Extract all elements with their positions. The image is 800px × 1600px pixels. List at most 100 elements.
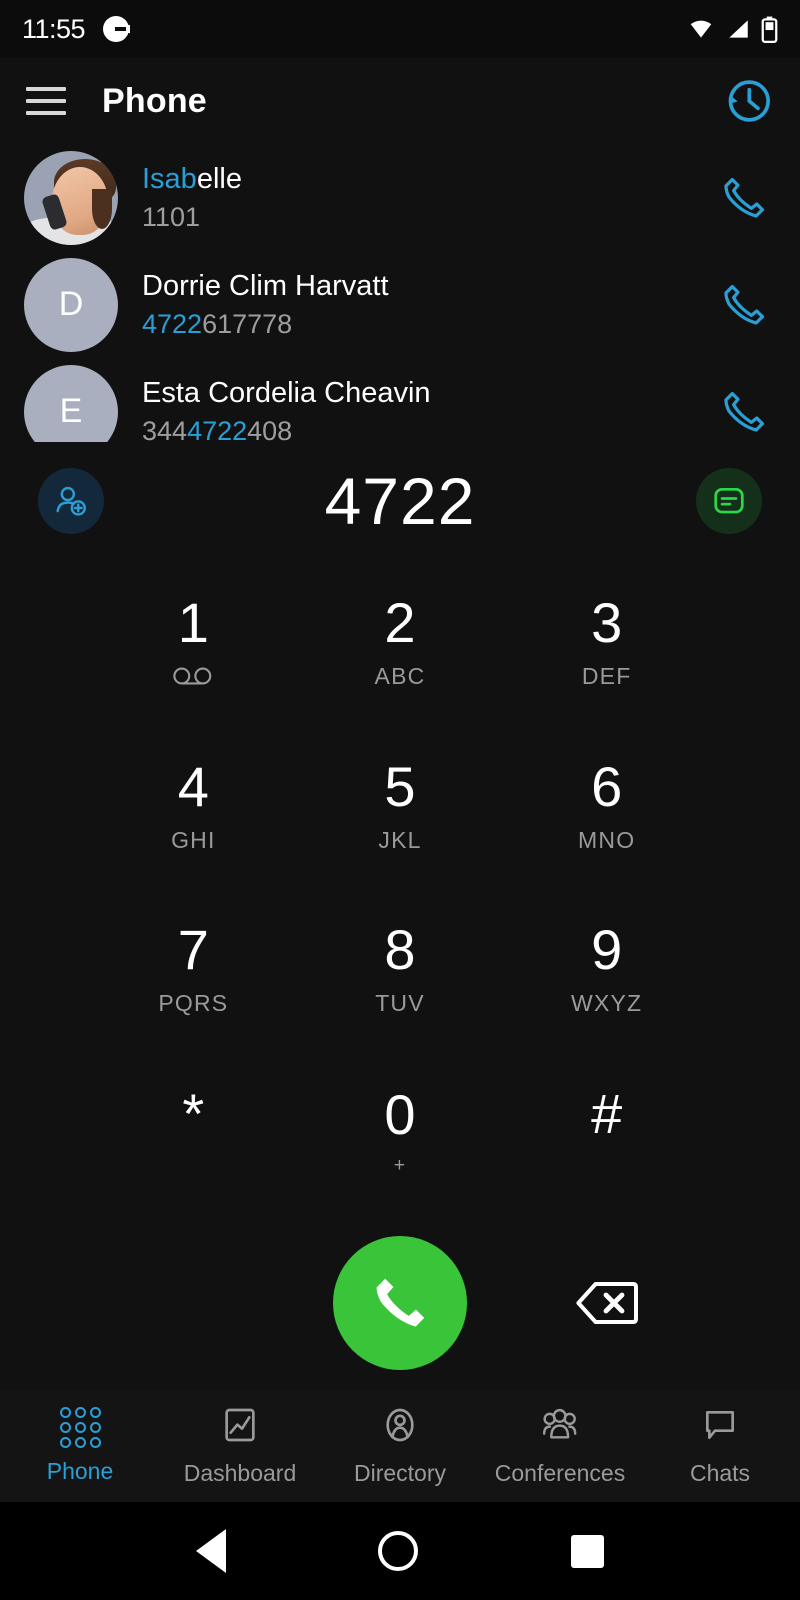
nav-item-conferences[interactable]: Conferences bbox=[480, 1405, 640, 1487]
contact-number: 4722617778 bbox=[142, 307, 712, 342]
add-contact-icon[interactable] bbox=[38, 468, 104, 534]
page-title: Phone bbox=[102, 81, 207, 120]
hamburger-menu-icon[interactable] bbox=[26, 87, 66, 115]
key-letters: WXYZ bbox=[571, 990, 643, 1017]
key-digit: 3 bbox=[591, 590, 623, 654]
dialed-number[interactable]: 4722 bbox=[104, 463, 696, 539]
number-match: 4722 bbox=[142, 308, 203, 339]
contact-name: Isabelle bbox=[142, 161, 712, 197]
key-digit: 5 bbox=[384, 754, 416, 818]
dialpad-key-hash[interactable]: # bbox=[503, 1051, 710, 1215]
contact-name-rest: Esta Cordelia Cheavin bbox=[142, 376, 431, 409]
key-digit: 0 bbox=[384, 1083, 416, 1147]
avatar bbox=[24, 150, 118, 245]
nav-item-directory[interactable]: Directory bbox=[320, 1405, 480, 1487]
contact-name-rest: elle bbox=[196, 162, 242, 195]
dialpad-key-4[interactable]: 4 GHI bbox=[90, 724, 297, 888]
nav-label: Dashboard bbox=[183, 1460, 297, 1486]
dialpad-key-2[interactable]: 2 ABC bbox=[297, 560, 504, 724]
key-digit: 8 bbox=[384, 918, 416, 982]
wifi-icon bbox=[690, 20, 712, 38]
avatar: D bbox=[24, 257, 118, 352]
list-item[interactable]: D Dorrie Clim Harvatt 4722617778 bbox=[0, 251, 800, 358]
number-suffix: 1101 bbox=[142, 201, 201, 232]
key-digit: # bbox=[591, 1082, 623, 1146]
contact-info: Esta Cordelia Cheavin 3444722408 bbox=[142, 375, 712, 442]
list-item[interactable]: E Esta Cordelia Cheavin 3444722408 bbox=[0, 358, 800, 442]
contact-name: Esta Cordelia Cheavin bbox=[142, 375, 712, 411]
call-action-bar bbox=[0, 1215, 800, 1390]
status-time: 11:55 bbox=[22, 13, 86, 44]
phone-app-screen: 11:55 Phone Isabelle 1101 D Dorrie Clim … bbox=[0, 0, 800, 1600]
list-item[interactable]: Isabelle 1101 bbox=[0, 144, 800, 251]
back-button[interactable] bbox=[196, 1529, 227, 1573]
battery-icon bbox=[761, 16, 778, 43]
avatar: E bbox=[24, 364, 118, 442]
dialpad-key-0[interactable]: 0 + bbox=[297, 1051, 504, 1215]
number-prefix: 344 bbox=[142, 415, 188, 442]
system-navigation-bar bbox=[0, 1502, 800, 1600]
contact-suggestion-list[interactable]: Isabelle 1101 D Dorrie Clim Harvatt 4722… bbox=[0, 144, 800, 442]
key-letters: + bbox=[393, 1155, 407, 1177]
dialpad-key-7[interactable]: 7 PQRS bbox=[90, 888, 297, 1052]
key-digit: * bbox=[182, 1082, 205, 1146]
contact-name-rest: Dorrie Clim Harvatt bbox=[142, 269, 389, 302]
dialpad-key-5[interactable]: 5 JKL bbox=[297, 724, 504, 888]
dialpad-key-1[interactable]: 1 bbox=[90, 560, 297, 724]
key-digit: 1 bbox=[177, 590, 209, 654]
status-bar: 11:55 bbox=[0, 0, 800, 58]
key-letters: PQRS bbox=[158, 990, 229, 1017]
recents-button[interactable] bbox=[570, 1534, 604, 1568]
call-history-icon[interactable] bbox=[722, 75, 774, 127]
key-digit: 4 bbox=[177, 754, 209, 818]
dialpad-key-3[interactable]: 3 DEF bbox=[503, 560, 710, 724]
nav-item-dashboard[interactable]: Dashboard bbox=[160, 1405, 320, 1487]
key-letters: ABC bbox=[374, 662, 426, 689]
voicemail-icon bbox=[172, 663, 214, 689]
call-button[interactable] bbox=[332, 1235, 467, 1370]
dialpad-key-9[interactable]: 9 WXYZ bbox=[503, 888, 710, 1052]
dialpad-key-star[interactable]: * bbox=[90, 1051, 297, 1215]
number-suffix: 617778 bbox=[202, 308, 293, 339]
nav-item-chats[interactable]: Chats bbox=[640, 1405, 800, 1487]
number-match: 4722 bbox=[187, 415, 248, 442]
key-letters: JKL bbox=[378, 826, 422, 853]
call-icon[interactable] bbox=[712, 279, 776, 331]
avatar-initial: E bbox=[59, 392, 83, 430]
message-icon[interactable] bbox=[696, 468, 762, 534]
nav-label: Phone bbox=[46, 1458, 114, 1484]
dialpad[interactable]: 1 2 ABC 3 DEF 4 GHI 5 JKL 6 MNO 7 PQRS 8… bbox=[0, 560, 800, 1215]
chat-bubble-icon bbox=[700, 1405, 740, 1450]
number-suffix: 408 bbox=[247, 415, 293, 442]
key-digit: 6 bbox=[591, 754, 623, 818]
call-icon[interactable] bbox=[712, 172, 776, 224]
key-digit: 9 bbox=[591, 918, 623, 982]
contact-info: Dorrie Clim Harvatt 4722617778 bbox=[142, 268, 712, 342]
bottom-navigation[interactable]: Phone Dashboard Directory Conferences Ch… bbox=[0, 1390, 800, 1502]
dialpad-key-6[interactable]: 6 MNO bbox=[503, 724, 710, 888]
contact-name-match: Isab bbox=[142, 162, 197, 195]
dial-display-bar: 4722 bbox=[0, 442, 800, 560]
chart-icon bbox=[220, 1405, 260, 1450]
key-letters: GHI bbox=[171, 826, 216, 853]
nav-label: Conferences bbox=[494, 1460, 626, 1486]
contact-number: 1101 bbox=[142, 200, 712, 235]
backspace-icon[interactable] bbox=[576, 1279, 638, 1327]
person-icon bbox=[380, 1405, 420, 1450]
key-letters: MNO bbox=[578, 826, 636, 853]
nav-item-phone[interactable]: Phone bbox=[0, 1407, 160, 1485]
nav-label: Chats bbox=[689, 1460, 751, 1486]
dialpad-icon bbox=[59, 1407, 101, 1448]
call-icon[interactable] bbox=[712, 386, 776, 438]
contact-number: 3444722408 bbox=[142, 414, 712, 442]
status-bar-left: 11:55 bbox=[22, 13, 131, 45]
key-digit: 2 bbox=[384, 590, 416, 654]
avatar-initial: D bbox=[58, 285, 84, 323]
key-letters: DEF bbox=[581, 662, 632, 689]
key-digit: 7 bbox=[177, 918, 209, 982]
dialpad-key-8[interactable]: 8 TUV bbox=[297, 888, 504, 1052]
cell-signal-icon bbox=[729, 20, 748, 38]
nav-label: Directory bbox=[353, 1460, 446, 1486]
toolbar: Phone bbox=[0, 58, 800, 144]
home-button[interactable] bbox=[378, 1531, 419, 1571]
